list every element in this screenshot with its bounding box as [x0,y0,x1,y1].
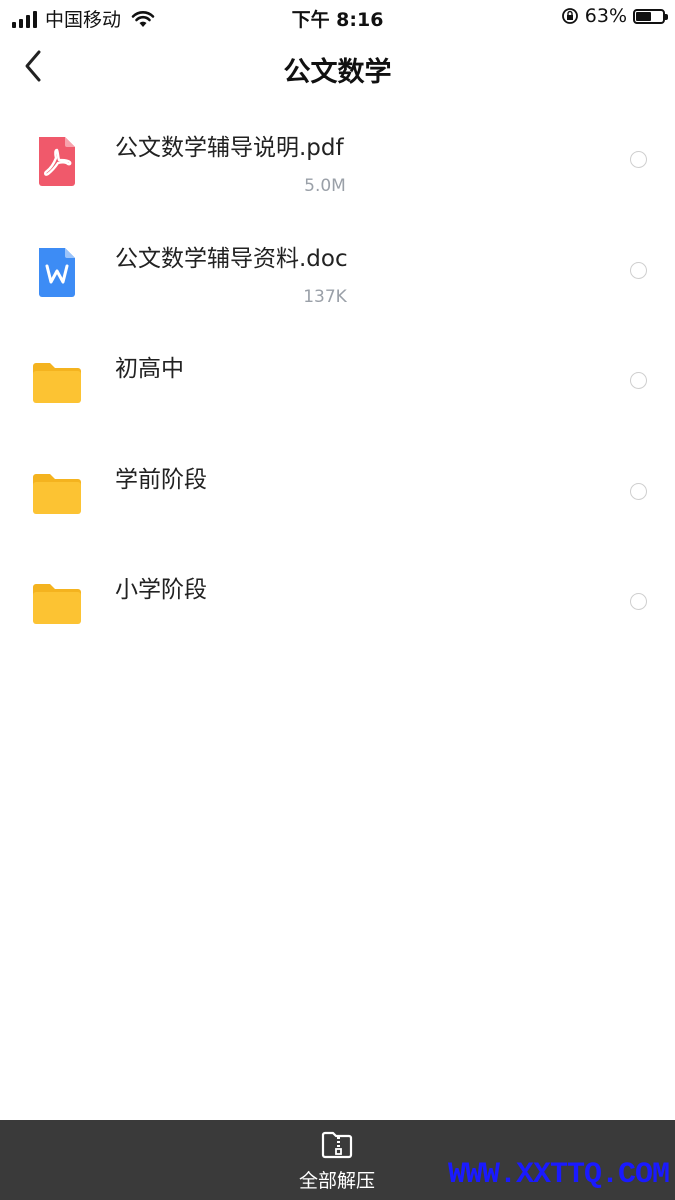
folder-icon [33,363,81,404]
folder-name: 学前阶段 [115,466,207,493]
status-bar: 中国移动 下午 8:16 63% [0,0,675,34]
list-item[interactable]: 小学阶段 [0,546,675,657]
watermark: WWW.XXTTQ.COM [447,1158,670,1192]
battery-percent: 63% [584,5,627,27]
folder-icon [33,584,81,625]
zip-archive-icon [321,1131,353,1159]
file-list: 公文数学辅导说明.pdf 5.0M 公文数学辅导资料.doc 137K 初高中 … [0,104,675,657]
select-radio[interactable] [630,261,647,279]
rotation-lock-icon [561,8,578,24]
folder-icon [33,473,81,514]
page-title: 公文数学 [283,57,392,88]
extract-all-label: 全部解压 [298,1170,375,1192]
folder-name: 小学阶段 [115,577,207,604]
file-name: 公文数学辅导资料.doc [115,245,348,272]
extract-all-button[interactable]: 全部解压 [287,1130,387,1196]
folder-name: 初高中 [115,356,184,383]
file-size: 5.0M [304,176,346,196]
select-radio[interactable] [630,151,647,168]
file-size: 137K [303,286,347,307]
select-radio[interactable] [630,372,647,390]
select-radio[interactable] [630,593,647,611]
bottom-toolbar: 全部解压 WWW.XXTTQ.COM [0,1120,675,1200]
list-item[interactable]: 公文数学辅导说明.pdf 5.0M [0,104,675,215]
battery-icon [633,8,668,24]
navigation-bar: 公文数学 [0,34,675,104]
file-name: 公文数学辅导说明.pdf [115,135,344,161]
list-item[interactable]: 学前阶段 [0,436,675,547]
list-item[interactable]: 初高中 [0,325,675,436]
select-radio[interactable] [630,482,647,500]
status-right: 63% [561,5,668,27]
list-item[interactable]: 公文数学辅导资料.doc 137K [0,215,675,326]
